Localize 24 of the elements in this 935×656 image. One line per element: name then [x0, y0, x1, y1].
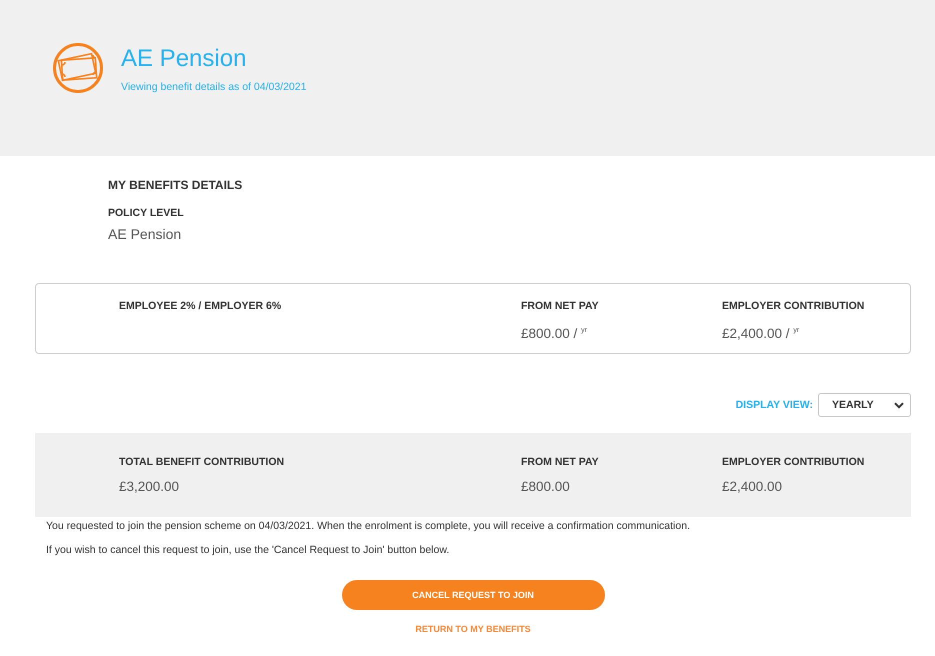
field-value: AE Pension [108, 226, 182, 243]
column-label: TOTAL BENEFIT CONTRIBUTION [119, 456, 284, 469]
display-view-label: DISPLAY VIEW: [736, 399, 813, 411]
column-value: £800.00 [521, 478, 570, 495]
page-subtitle: Viewing benefit details as of 04/03/2021 [121, 81, 306, 94]
column-label: EMPLOYER CONTRIBUTION [722, 300, 864, 313]
plan-name: EMPLOYEE 2% / EMPLOYER 6% [119, 300, 282, 313]
info-message: You requested to join the pension scheme on 04/03/2021. When the enrolment is complete, you will receive a confirmation communication. [46, 519, 691, 533]
return-link[interactable]: RETURN TO MY BENEFITS [415, 624, 531, 635]
cancel-request-button[interactable]: CANCEL REQUEST TO JOIN [342, 580, 604, 610]
info-message: If you wish to cancel this request to join, use the 'Cancel Request to Join' button below. [46, 543, 450, 557]
section-heading: MY BENEFITS DETAILS [108, 178, 244, 193]
ticket-icon [52, 42, 104, 94]
field-label: POLICY LEVEL [108, 207, 185, 220]
column-value: £800.00 / $^{yr}$ [521, 325, 587, 342]
column-value: £3,200.00 [119, 478, 180, 495]
chevron-down-icon [894, 402, 904, 408]
column-label: EMPLOYER CONTRIBUTION [722, 456, 864, 469]
column-label: FROM NET PAY [521, 456, 599, 469]
column-label: FROM NET PAY [521, 300, 599, 313]
display-view-select[interactable]: YEARLY [818, 393, 911, 417]
page-title: AE Pension [121, 45, 248, 73]
column-value: £2,400.00 [722, 478, 782, 495]
column-value: £2,400.00 / $^{yr}$ [722, 325, 800, 342]
